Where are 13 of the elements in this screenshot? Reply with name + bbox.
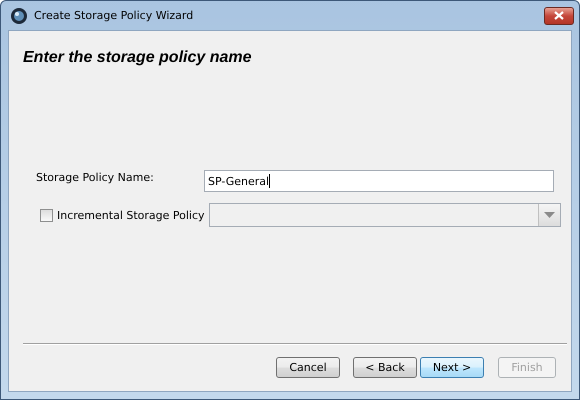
checkbox[interactable] bbox=[40, 208, 53, 222]
window-title: Create Storage Policy Wizard bbox=[34, 9, 194, 22]
wizard-button[interactable]: Cancel bbox=[276, 357, 340, 378]
close-button[interactable] bbox=[544, 6, 574, 24]
input-value: SP-General bbox=[208, 174, 270, 188]
field-label: Storage Policy Name: bbox=[35, 171, 155, 184]
app-icon bbox=[10, 6, 28, 24]
wizard-button[interactable]: < Back bbox=[353, 357, 417, 378]
input-field[interactable]: SP-General bbox=[204, 170, 554, 192]
page-heading: Enter the storage policy name bbox=[23, 49, 253, 67]
wizard-button[interactable]: Next > bbox=[420, 357, 484, 378]
close-icon bbox=[554, 11, 564, 20]
checkbox-label: Incremental Storage Policy bbox=[57, 208, 205, 222]
